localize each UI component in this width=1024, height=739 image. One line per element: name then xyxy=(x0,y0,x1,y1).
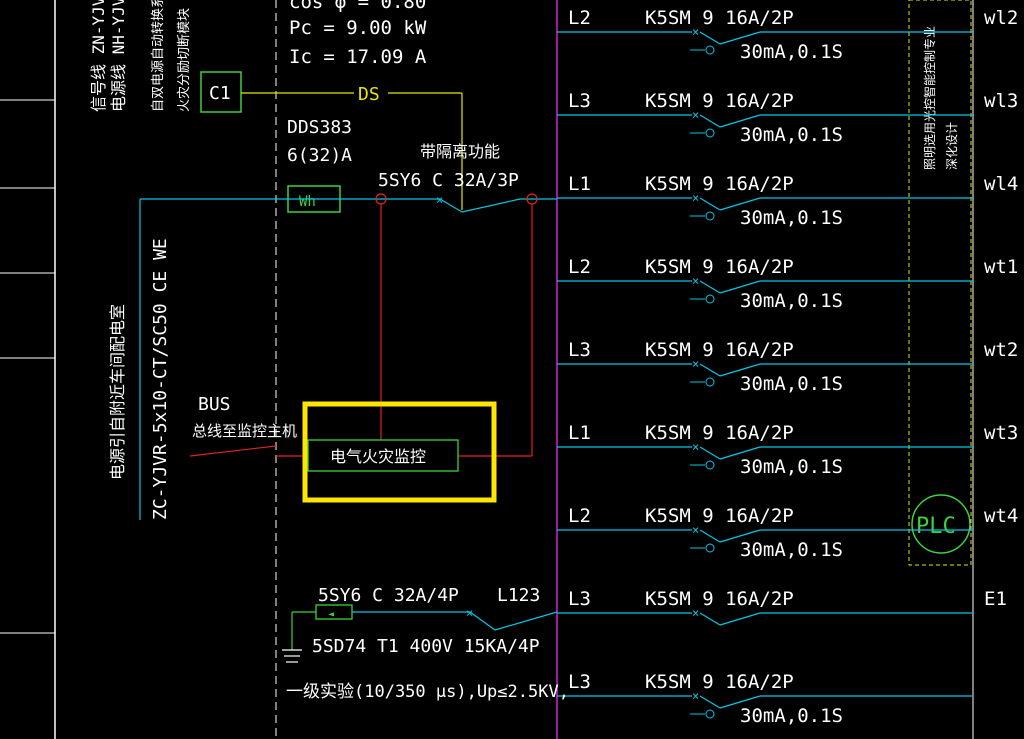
meter-model: DDS383 xyxy=(287,117,352,138)
branch-x-mark: × xyxy=(692,523,699,537)
branch-rcd: 30mA,0.1S xyxy=(740,705,843,727)
rcd-symbol xyxy=(705,45,715,55)
plc-frame xyxy=(908,0,972,566)
auto-switch-note: 自双电源自动转换系统 xyxy=(151,0,166,112)
branch-contact xyxy=(699,529,721,543)
fire-switch-note: 火灾分励切断模块 xyxy=(176,8,192,112)
branch-contact xyxy=(699,31,721,45)
main-breaker-contact xyxy=(439,198,463,213)
incoming-cable-spec: ZC-YJVR-5x10-CT/SC50 CE WE xyxy=(150,238,171,520)
branch-breaker: K5SM 9 16A/2P xyxy=(645,90,794,112)
branch-contact xyxy=(699,114,721,128)
branch-breaker: K5SM 9 16A/2P xyxy=(645,7,794,29)
branch-x-mark: × xyxy=(692,440,699,454)
branch-rcd: 30mA,0.1S xyxy=(740,124,843,146)
bus-note: 总线至监控主机 xyxy=(192,422,297,440)
svg-text:×: × xyxy=(466,606,473,620)
branch-rcd: 30mA,0.1S xyxy=(740,41,843,63)
branch-phase: L3 xyxy=(568,90,591,112)
ds-label: DS xyxy=(358,84,380,105)
branch-circuit-id: E1 xyxy=(984,588,1007,610)
branch-phase: L2 xyxy=(568,256,591,278)
branch-circuit-id: wt4 xyxy=(984,505,1018,527)
rcd-symbol xyxy=(705,128,715,138)
branch-rcd: 30mA,0.1S xyxy=(740,373,843,395)
rcd-symbol xyxy=(705,211,715,221)
svg-text:×: × xyxy=(436,193,443,207)
branch-contact xyxy=(699,280,721,294)
plc-note-1: 照明选用光控智能控制专业 xyxy=(922,26,937,170)
plc-note-2: 深化设计 xyxy=(945,122,959,170)
rcd-symbol xyxy=(705,460,715,470)
rcd-symbol xyxy=(705,543,715,553)
rcd-symbol xyxy=(705,377,715,387)
branch-rcd: 30mA,0.1S xyxy=(740,456,843,478)
branch-x-mark: × xyxy=(692,108,699,122)
spd-test: 一级实验(10/350 μs),Up≤2.5KV, xyxy=(286,682,569,702)
branch-breaker: K5SM 9 16A/2P xyxy=(645,339,794,361)
ic-text: Ic = 17.09 A xyxy=(289,46,427,68)
branch-circuit-id: wt3 xyxy=(984,422,1018,444)
branch-circuit-id: wt2 xyxy=(984,339,1018,361)
branch-breaker: K5SM 9 16A/2P xyxy=(645,505,794,527)
plc-label: PLC xyxy=(916,514,956,539)
branch-circuit-id: wl4 xyxy=(984,173,1018,195)
branch-phase: L1 xyxy=(568,173,591,195)
branch-breaker: K5SM 9 16A/2P xyxy=(645,671,794,693)
branch-x-mark: × xyxy=(692,25,699,39)
rcd-symbol xyxy=(705,294,715,304)
branch-breaker: K5SM 9 16A/2P xyxy=(645,422,794,444)
spd-phases: L123 xyxy=(497,585,540,606)
branch-circuit-id: wt1 xyxy=(984,256,1018,278)
branch-phase: L3 xyxy=(568,671,591,693)
branch-x-mark: × xyxy=(692,689,699,703)
branch-circuit-id: wl3 xyxy=(984,90,1018,112)
rcd-symbol xyxy=(705,709,715,719)
branch-x-mark: × xyxy=(692,357,699,371)
branch-breaker: K5SM 9 16A/2P xyxy=(645,588,794,610)
spd-model: 5SD74 T1 400V 15KA/4P xyxy=(312,636,540,657)
branch-contact xyxy=(699,363,721,377)
main-breaker-model: 5SY6 C 32A/3P xyxy=(378,170,519,191)
branch-phase: L1 xyxy=(568,422,591,444)
cos-phi-text: cos φ = 0.80 xyxy=(289,0,426,13)
power-line-note: 电源线 NH-YJV xyxy=(109,0,128,112)
fire-monitor-label: 电气火灾监控 xyxy=(330,447,426,466)
branch-x-mark: × xyxy=(692,606,699,620)
signal-line-note: 信号线 ZN-YJV xyxy=(89,0,108,112)
bus-label: BUS xyxy=(198,394,231,415)
branch-circuits: L2 K5SM 9 16A/2P×30mA,0.1Swl2L3 K5SM 9 16A… xyxy=(557,7,1018,727)
branch-contact xyxy=(699,612,721,626)
meter-box-label: Wh xyxy=(299,194,316,210)
meter-rating: 6(32)A xyxy=(287,145,352,166)
branch-phase: L2 xyxy=(568,7,591,29)
branch-contact xyxy=(699,695,721,709)
branch-rcd: 30mA,0.1S xyxy=(740,539,843,561)
incoming-cable-source: 电源引自附近车间配电室 xyxy=(108,304,127,480)
branch-contact xyxy=(699,446,721,460)
c1-label: C1 xyxy=(209,83,231,104)
branch-rcd: 30mA,0.1S xyxy=(740,290,843,312)
electrical-schematic: cos φ = 0.80 Pc = 9.00 kW Ic = 17.09 A 信… xyxy=(0,0,1018,739)
branch-breaker: K5SM 9 16A/2P xyxy=(645,256,794,278)
drawing-frame xyxy=(0,0,974,739)
branch-x-mark: × xyxy=(692,274,699,288)
branch-contact xyxy=(699,197,721,211)
branch-breaker: K5SM 9 16A/2P xyxy=(645,173,794,195)
breaker-note: 带隔离功能 xyxy=(420,142,500,161)
branch-rcd: 30mA,0.1S xyxy=(740,207,843,229)
branch-phase: L3 xyxy=(568,588,591,610)
branch-circuit-id: wl2 xyxy=(984,7,1018,29)
svg-text:◄: ◄ xyxy=(328,609,334,620)
bus-wire xyxy=(189,445,277,457)
spd-breaker: 5SY6 C 32A/4P xyxy=(318,585,459,606)
branch-phase: L2 xyxy=(568,505,591,527)
pc-text: Pc = 9.00 kW xyxy=(289,17,427,39)
branch-x-mark: × xyxy=(692,191,699,205)
branch-contact-2 xyxy=(719,612,761,626)
branch-phase: L3 xyxy=(568,339,591,361)
